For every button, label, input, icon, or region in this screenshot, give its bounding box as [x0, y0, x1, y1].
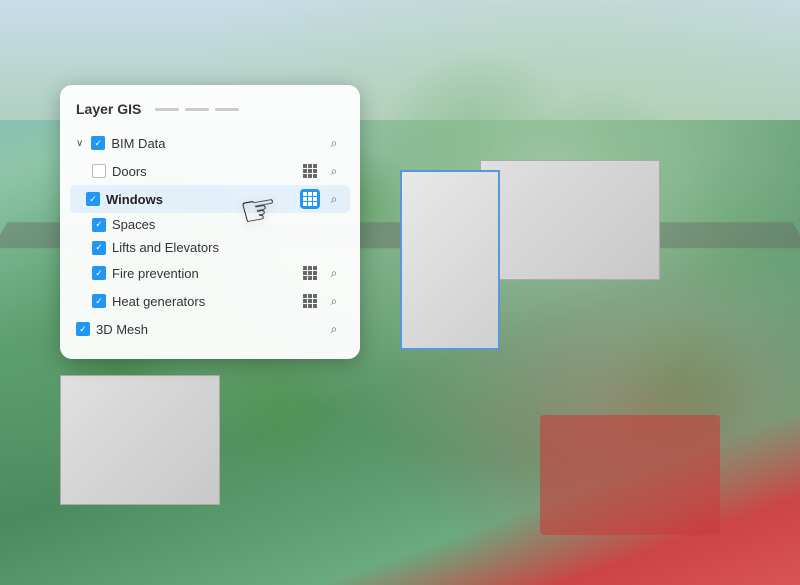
layer-label-lifts-elevators: Lifts and Elevators — [112, 240, 344, 255]
layer-list: ∨ ✓ BIM Data ⌕ Doors — [76, 129, 344, 343]
layer-item-fire-prevention[interactable]: ✓ Fire prevention ⌕ — [76, 259, 344, 287]
layer-icons-fire: ⌕ — [300, 263, 344, 283]
building-center-highlighted — [400, 170, 500, 350]
dot-1 — [155, 108, 179, 111]
layer-icons-windows: ⌕ — [300, 189, 344, 209]
layer-icons-heat: ⌕ — [300, 291, 344, 311]
playground-area — [540, 415, 720, 535]
dot-3 — [215, 108, 239, 111]
layer-item-lifts-elevators[interactable]: ✓ Lifts and Elevators — [76, 236, 344, 259]
layer-item-doors[interactable]: Doors ⌕ — [76, 157, 344, 185]
layer-item-spaces[interactable]: ✓ Spaces — [76, 213, 344, 236]
search-icon-fire[interactable]: ⌕ — [324, 263, 344, 283]
layer-icons-bim-data: ⌕ — [324, 133, 344, 153]
layer-label-spaces: Spaces — [112, 217, 344, 232]
checkbox-fire[interactable]: ✓ — [92, 266, 106, 280]
search-icon-bim-data[interactable]: ⌕ — [324, 133, 344, 153]
layer-label-fire-prevention: Fire prevention — [112, 266, 294, 281]
building-right — [480, 160, 660, 280]
search-icon-3d-mesh[interactable]: ⌕ — [324, 319, 344, 339]
panel-title: Layer GIS — [76, 101, 141, 117]
expand-chevron: ∨ — [76, 138, 83, 149]
layer-label-windows: Windows — [106, 192, 294, 207]
grid-icon-heat[interactable] — [300, 291, 320, 311]
layer-label-bim-data: BIM Data — [111, 136, 318, 151]
grid-icon-doors[interactable] — [300, 161, 320, 181]
checkbox-3d-mesh[interactable]: ✓ — [76, 322, 90, 336]
layer-icons-doors: ⌕ — [300, 161, 344, 181]
layer-label-doors: Doors — [112, 164, 294, 179]
layer-label-heat-generators: Heat generators — [112, 294, 294, 309]
checkbox-lifts[interactable]: ✓ — [92, 241, 106, 255]
panel-header: Layer GIS — [76, 101, 344, 117]
checkbox-bim-data[interactable]: ✓ — [91, 136, 105, 150]
layer-item-3d-mesh[interactable]: ✓ 3D Mesh ⌕ — [76, 315, 344, 343]
checkbox-doors[interactable] — [92, 164, 106, 178]
checkbox-heat[interactable]: ✓ — [92, 294, 106, 308]
search-icon-windows[interactable]: ⌕ — [324, 189, 344, 209]
building-left — [60, 375, 220, 505]
layer-label-3d-mesh: 3D Mesh — [96, 322, 318, 337]
dot-2 — [185, 108, 209, 111]
grid-icon-windows[interactable] — [300, 189, 320, 209]
panel-dots — [155, 108, 239, 111]
search-icon-doors[interactable]: ⌕ — [324, 161, 344, 181]
checkbox-spaces[interactable]: ✓ — [92, 218, 106, 232]
search-icon-heat[interactable]: ⌕ — [324, 291, 344, 311]
layer-gis-panel: Layer GIS ∨ ✓ BIM Data ⌕ Doors — [60, 85, 360, 359]
grid-icon-fire[interactable] — [300, 263, 320, 283]
layer-item-heat-generators[interactable]: ✓ Heat generators ⌕ — [76, 287, 344, 315]
layer-item-windows[interactable]: ✓ Windows ⌕ — [70, 185, 350, 213]
layer-icons-3d-mesh: ⌕ — [324, 319, 344, 339]
layer-item-bim-data[interactable]: ∨ ✓ BIM Data ⌕ — [76, 129, 344, 157]
checkbox-windows[interactable]: ✓ — [86, 192, 100, 206]
